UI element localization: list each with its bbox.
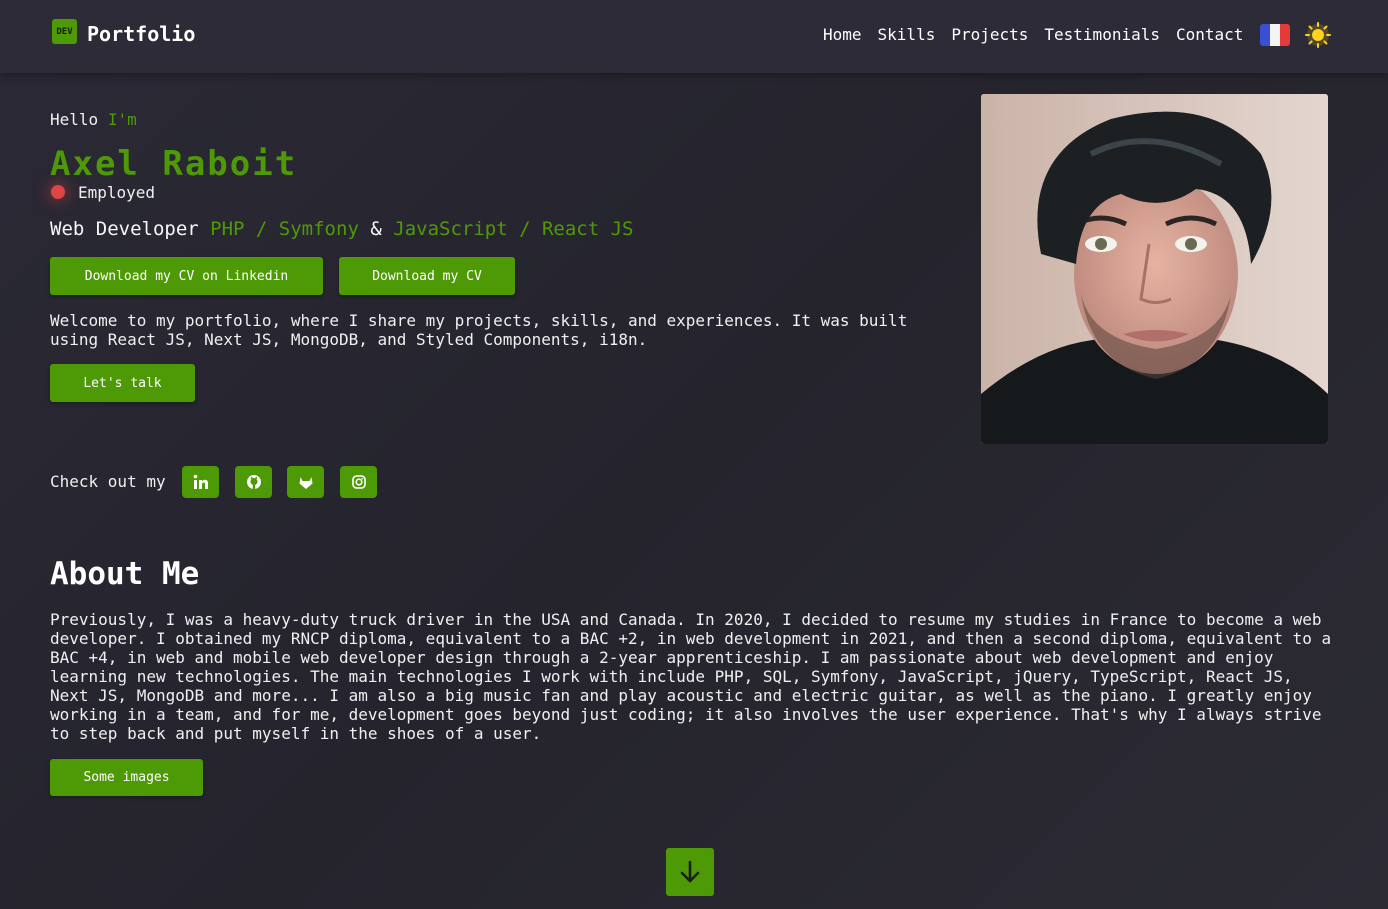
- nav-testimonials[interactable]: Testimonials: [1044, 24, 1160, 46]
- hello-text: Hello I'm: [50, 110, 137, 129]
- gitlab-icon[interactable]: [287, 466, 324, 498]
- about-text: Previously, I was a heavy-duty truck dri…: [50, 610, 1332, 743]
- stack-js: JavaScript / React JS: [393, 218, 634, 240]
- github-icon[interactable]: [235, 466, 272, 498]
- instagram-icon[interactable]: [340, 466, 377, 498]
- lets-talk-button[interactable]: Let's talk: [50, 364, 195, 402]
- stack-php: PHP / Symfony: [210, 218, 359, 240]
- nav-projects[interactable]: Projects: [951, 24, 1028, 46]
- intro-text: Welcome to my portfolio, where I share m…: [50, 311, 908, 349]
- nav-skills[interactable]: Skills: [878, 24, 936, 46]
- status-text: Employed: [78, 183, 156, 202]
- arrow-down-icon[interactable]: [666, 848, 714, 896]
- top-navbar: DEV Portfolio Home Skills Projects Testi…: [0, 0, 1388, 73]
- some-images-button[interactable]: Some images: [50, 759, 203, 796]
- check-out-label: Check out my: [50, 472, 166, 491]
- hello-word: Hello: [50, 110, 99, 129]
- logo-text[interactable]: Portfolio: [87, 22, 195, 46]
- role-amp: &: [370, 218, 382, 240]
- hero-name: Axel Raboit: [50, 144, 298, 184]
- role-prefix: Web Developer: [50, 218, 199, 240]
- nav-home[interactable]: Home: [823, 24, 862, 46]
- french-flag-icon[interactable]: [1260, 24, 1290, 46]
- status-dot-icon: [51, 185, 65, 199]
- profile-photo: [981, 94, 1328, 444]
- linkedin-icon[interactable]: [182, 466, 219, 498]
- nav-contact[interactable]: Contact: [1176, 24, 1243, 46]
- download-cv-button[interactable]: Download my CV: [339, 257, 515, 295]
- sun-icon[interactable]: [1304, 21, 1332, 49]
- about-title: About Me: [50, 556, 200, 592]
- download-cv-linkedin-button[interactable]: Download my CV on Linkedin: [50, 257, 323, 295]
- role-line: Web Developer PHP / Symfony & JavaScript…: [50, 218, 633, 240]
- im-word: I'm: [107, 110, 137, 129]
- main-nav: Home Skills Projects Testimonials Contac…: [823, 24, 1259, 46]
- page: DEV Portfolio Home Skills Projects Testi…: [0, 0, 1388, 909]
- logo-badge[interactable]: DEV: [52, 19, 77, 44]
